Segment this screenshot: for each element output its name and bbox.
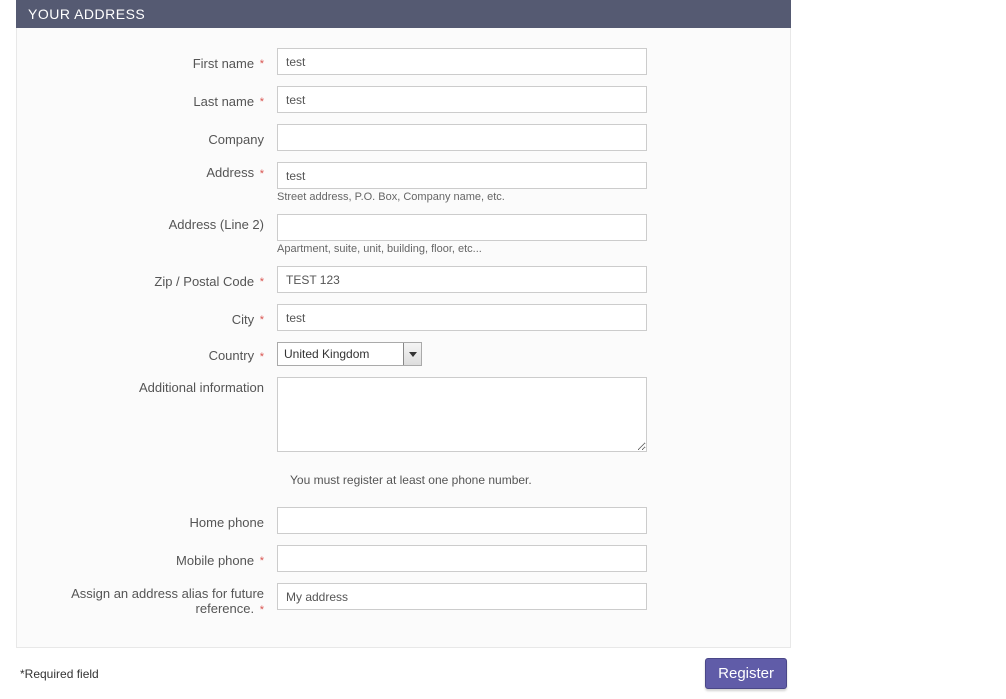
- address1-hint: Street address, P.O. Box, Company name, …: [277, 191, 647, 203]
- postal-input[interactable]: [277, 266, 647, 293]
- address2-input[interactable]: [277, 214, 647, 241]
- alias-label: Assign an address alias for future refer…: [27, 583, 277, 616]
- address-form-container: YOUR ADDRESS First name * Last name * Co…: [16, 0, 791, 648]
- required-field-note: *Required field: [20, 667, 99, 681]
- form-footer: *Required field Register: [16, 648, 791, 699]
- company-input[interactable]: [277, 124, 647, 151]
- address2-hint: Apartment, suite, unit, building, floor,…: [277, 243, 647, 255]
- additional-textarea[interactable]: [277, 377, 647, 452]
- company-label: Company: [27, 129, 277, 147]
- phone-notice: You must register at least one phone num…: [27, 473, 790, 487]
- address1-input[interactable]: [277, 162, 647, 189]
- alias-input[interactable]: [277, 583, 647, 610]
- country-select[interactable]: United Kingdom: [277, 342, 422, 366]
- country-label: Country *: [27, 345, 277, 363]
- additional-label: Additional information: [27, 377, 277, 395]
- last-name-input[interactable]: [277, 86, 647, 113]
- register-button[interactable]: Register: [705, 658, 787, 689]
- address2-label: Address (Line 2): [27, 214, 277, 232]
- section-title: YOUR ADDRESS: [28, 6, 145, 22]
- first-name-label: First name *: [27, 53, 277, 71]
- form-area: First name * Last name * Company: [16, 28, 791, 648]
- mobile-phone-input[interactable]: [277, 545, 647, 572]
- mobile-phone-label: Mobile phone *: [27, 550, 277, 568]
- section-header: YOUR ADDRESS: [16, 0, 791, 28]
- last-name-label: Last name *: [27, 91, 277, 109]
- home-phone-input[interactable]: [277, 507, 647, 534]
- first-name-input[interactable]: [277, 48, 647, 75]
- city-label: City *: [27, 309, 277, 327]
- postal-label: Zip / Postal Code *: [27, 271, 277, 289]
- home-phone-label: Home phone: [27, 512, 277, 530]
- address1-label: Address *: [27, 162, 277, 180]
- city-input[interactable]: [277, 304, 647, 331]
